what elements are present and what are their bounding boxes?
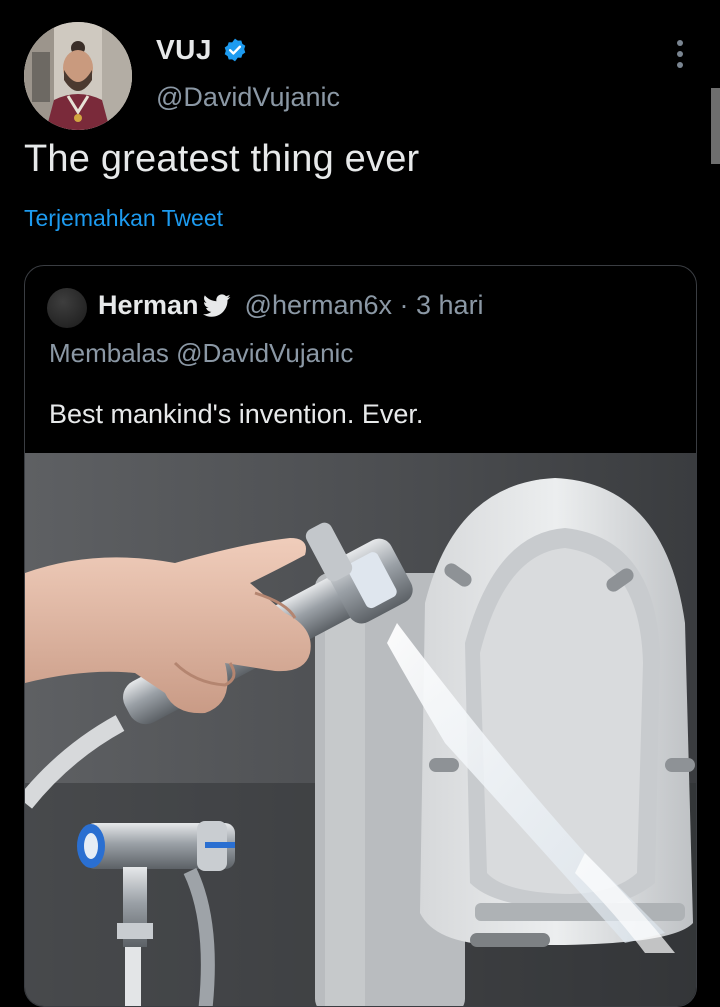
author-display-name[interactable]: VUJ	[156, 34, 212, 66]
quote-text: Best mankind's invention. Ever.	[49, 399, 424, 429]
quote-media-image[interactable]	[25, 453, 696, 1007]
quote-author-name[interactable]: Herman	[98, 290, 199, 321]
scrollbar-thumb[interactable]	[711, 88, 720, 164]
quoted-tweet-card[interactable]: Herman @herman6x · 3 hari Membalas @Davi…	[24, 265, 697, 1007]
verified-badge-icon	[224, 38, 246, 62]
translate-tweet-link[interactable]: Terjemahkan Tweet	[24, 205, 223, 232]
author-avatar[interactable]	[24, 22, 132, 130]
quote-reply-to[interactable]: Membalas @DavidVujanic	[49, 338, 353, 369]
quote-handle-time[interactable]: @herman6x · 3 hari	[245, 290, 484, 321]
quote-header: Herman @herman6x · 3 hari	[98, 290, 484, 321]
quote-author-avatar[interactable]	[47, 288, 87, 328]
author-name-row[interactable]: VUJ	[156, 34, 248, 66]
more-options-icon[interactable]	[664, 34, 696, 74]
twitter-bird-icon	[202, 293, 231, 317]
tweet-text: The greatest thing ever	[24, 138, 420, 180]
author-handle[interactable]: @DavidVujanic	[156, 82, 340, 113]
